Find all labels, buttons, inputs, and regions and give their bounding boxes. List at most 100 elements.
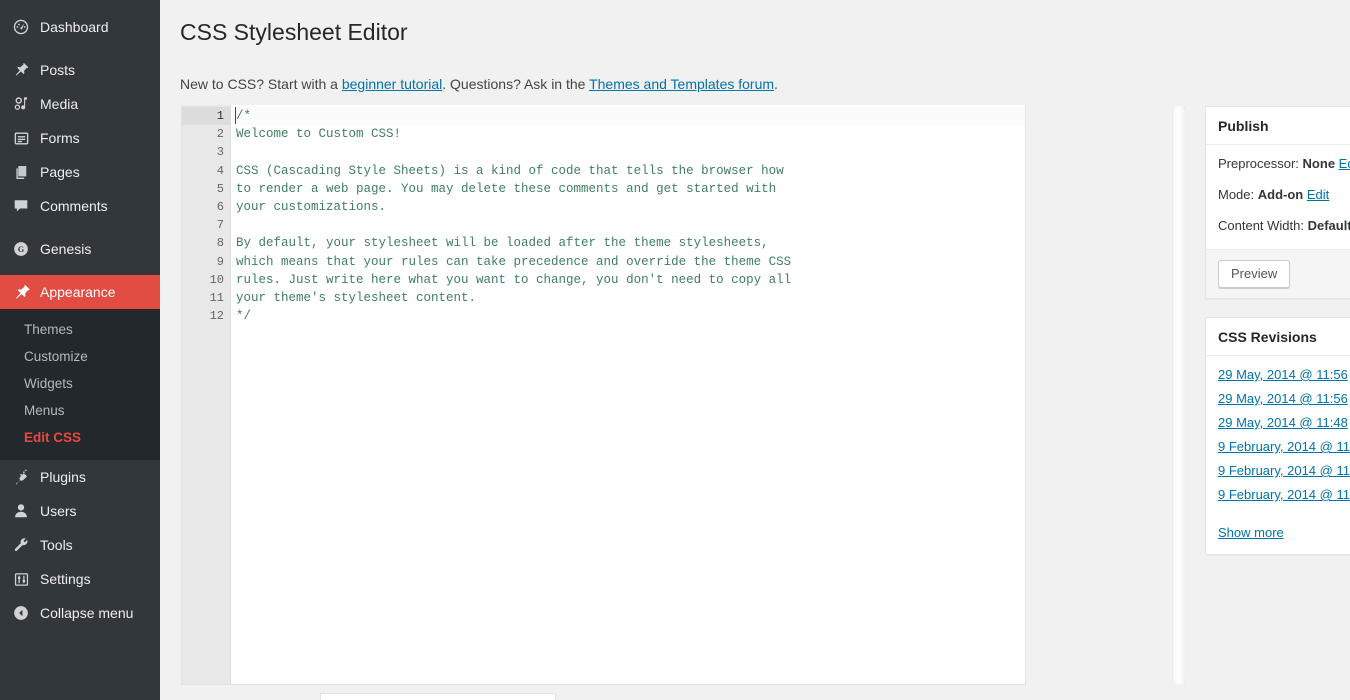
sidebar-subitem-widgets[interactable]: Widgets (0, 370, 160, 397)
revision-item: 29 May, 2014 @ 11:56 (ISUComm Sites) (1218, 366, 1350, 383)
svg-text:G: G (18, 245, 25, 254)
revision-date-link[interactable]: 9 February, 2014 @ 11:02 (1218, 487, 1350, 502)
wrench-icon (11, 535, 31, 555)
sidebar-item-comments[interactable]: Comments (0, 189, 160, 223)
css-code-editor[interactable]: 1▾ 2 3 4 5 6 7 8 9 10 11 12 /* Welcome t… (181, 105, 1026, 685)
sidebar-divider (0, 266, 160, 275)
text-caret (235, 107, 236, 124)
gutter-line[interactable]: 11 (182, 289, 230, 307)
scrollbar-thumb[interactable] (1174, 106, 1185, 684)
wordpress-admin-screen: Dashboard Posts Media Forms Pages Commen… (0, 0, 1350, 700)
gutter-line[interactable]: 6 (182, 198, 230, 216)
editor-code-area[interactable]: /* Welcome to Custom CSS! CSS (Cascading… (231, 105, 1025, 684)
gutter-line[interactable]: 3 (182, 143, 230, 161)
code-line[interactable]: to render a web page. You may delete the… (231, 180, 1025, 198)
preview-button[interactable]: Preview (1218, 260, 1291, 288)
publish-title: Publish (1218, 117, 1269, 134)
main-content: CSS Stylesheet Editor New to CSS? Start … (160, 0, 1350, 700)
sidebar-item-label: Tools (40, 537, 73, 553)
intro-text: New to CSS? Start with a beginner tutori… (180, 74, 778, 94)
revision-item: 9 February, 2014 @ 11:03 (Genesis) (1218, 438, 1350, 455)
gutter-line[interactable]: 4 (182, 162, 230, 180)
sidebar-subitem-menus[interactable]: Menus (0, 397, 160, 424)
sidebar-subitem-edit-css[interactable]: Edit CSS (0, 424, 160, 451)
revision-item: 29 May, 2014 @ 11:56 (Genesis) (1218, 390, 1350, 407)
sidebar-item-tools[interactable]: Tools (0, 528, 160, 562)
content-width-label: Content Width: (1218, 218, 1308, 233)
sidebar-item-label: Posts (40, 62, 76, 78)
beginner-tutorial-link[interactable]: beginner tutorial (342, 76, 442, 92)
publish-metabox-body: Preprocessor: None Edit Mode: Add-on Edi… (1206, 145, 1350, 249)
code-line[interactable]: CSS (Cascading Style Sheets) is a kind o… (231, 162, 1025, 180)
themes-forum-link[interactable]: Themes and Templates forum (589, 76, 774, 92)
preprocessor-label: Preprocessor: (1218, 156, 1303, 171)
sidebar-item-appearance[interactable]: Appearance (0, 275, 168, 309)
revision-date-link[interactable]: 29 May, 2014 @ 11:48 (1218, 415, 1348, 430)
revision-item: 29 May, 2014 @ 11:48 (ISUComm Sites) (1218, 414, 1350, 431)
sidebar-item-dashboard[interactable]: Dashboard (0, 10, 160, 44)
revisions-metabox-header[interactable]: CSS Revisions (1206, 318, 1350, 356)
sidebar-item-label: Collapse menu (40, 605, 134, 621)
code-line[interactable]: By default, your stylesheet will be load… (231, 234, 1025, 252)
revisions-title: CSS Revisions (1218, 328, 1317, 345)
sidebar-item-media[interactable]: Media (0, 87, 160, 121)
code-line[interactable]: */ (231, 307, 1025, 325)
gutter-line[interactable]: 10 (182, 271, 230, 289)
gutter-line[interactable]: 7 (182, 216, 230, 234)
code-line[interactable]: which means that your rules can take pre… (231, 253, 1025, 271)
revisions-metabox-body: 29 May, 2014 @ 11:56 (ISUComm Sites) 29 … (1206, 356, 1350, 554)
code-line[interactable] (231, 216, 1025, 234)
code-line[interactable]: Welcome to Custom CSS! (231, 125, 1025, 143)
gutter-line[interactable]: 2 (182, 125, 230, 143)
mode-edit-link[interactable]: Edit (1307, 187, 1329, 202)
sidebar-subitem-customize[interactable]: Customize (0, 343, 160, 370)
gutter-line[interactable]: 9 (182, 253, 230, 271)
sidebar-item-label: Comments (40, 198, 108, 214)
sidebar-divider (0, 223, 160, 232)
sidebar-item-collapse-menu[interactable]: Collapse menu (0, 596, 160, 630)
brush-icon (11, 282, 31, 302)
code-line[interactable]: /* (231, 107, 1025, 126)
publish-metabox-header[interactable]: Publish (1206, 107, 1350, 145)
preprocessor-edit-link[interactable]: Edit (1339, 156, 1350, 171)
code-line[interactable]: rules. Just write here what you want to … (231, 271, 1025, 289)
revision-date-link[interactable]: 9 February, 2014 @ 11:02 (1218, 463, 1350, 478)
sidebar-item-settings[interactable]: Settings (0, 562, 160, 596)
code-line[interactable]: your theme's stylesheet content. (231, 289, 1025, 307)
publish-row-content-width: Content Width: Default Edit (1218, 217, 1350, 235)
gutter-line[interactable]: 5 (182, 180, 230, 198)
revision-date-link[interactable]: 29 May, 2014 @ 11:56 (1218, 391, 1348, 406)
comment-icon (11, 196, 31, 216)
editor-gutter: 1▾ 2 3 4 5 6 7 8 9 10 11 12 (182, 105, 236, 684)
show-more-link[interactable]: Show more (1218, 525, 1284, 540)
gutter-line[interactable]: 8 (182, 234, 230, 252)
admin-sidebar: Dashboard Posts Media Forms Pages Commen… (0, 0, 168, 700)
sidebar-item-label: Plugins (40, 469, 86, 485)
plug-icon (11, 467, 31, 487)
code-line[interactable]: your customizations. (231, 198, 1025, 216)
sidebar-item-label: Genesis (40, 241, 92, 257)
publish-row-preprocessor: Preprocessor: None Edit (1218, 155, 1350, 173)
gutter-line[interactable]: 1▾ (182, 107, 236, 126)
gutter-line[interactable]: 12 (182, 307, 230, 325)
revision-date-link[interactable]: 9 February, 2014 @ 11:03 (1218, 439, 1350, 454)
sidebar-item-genesis[interactable]: G Genesis (0, 232, 160, 266)
publish-metabox: Publish Preprocessor: None Edit Mode: Ad… (1205, 106, 1350, 299)
sliders-icon (11, 569, 31, 589)
user-icon (11, 501, 31, 521)
code-line[interactable] (231, 143, 1025, 161)
sidebar-item-posts[interactable]: Posts (0, 53, 160, 87)
sidebar-subitem-themes[interactable]: Themes (0, 316, 160, 343)
intro-lead: New to CSS? Start with a (180, 76, 342, 92)
revision-date-link[interactable]: 29 May, 2014 @ 11:56 (1218, 367, 1348, 382)
css-revisions-metabox: CSS Revisions 29 May, 2014 @ 11:56 (ISUC… (1205, 317, 1350, 555)
sidebar-item-plugins[interactable]: Plugins (0, 460, 160, 494)
forms-icon (11, 128, 31, 148)
sidebar-item-label: Pages (40, 164, 80, 180)
appearance-submenu: Themes Customize Widgets Menus Edit CSS (0, 309, 160, 460)
editor-vertical-scrollbar[interactable] (1172, 106, 1185, 684)
sidebar-item-users[interactable]: Users (0, 494, 160, 528)
sidebar-divider (0, 44, 160, 53)
sidebar-item-forms[interactable]: Forms (0, 121, 160, 155)
sidebar-item-pages[interactable]: Pages (0, 155, 160, 189)
